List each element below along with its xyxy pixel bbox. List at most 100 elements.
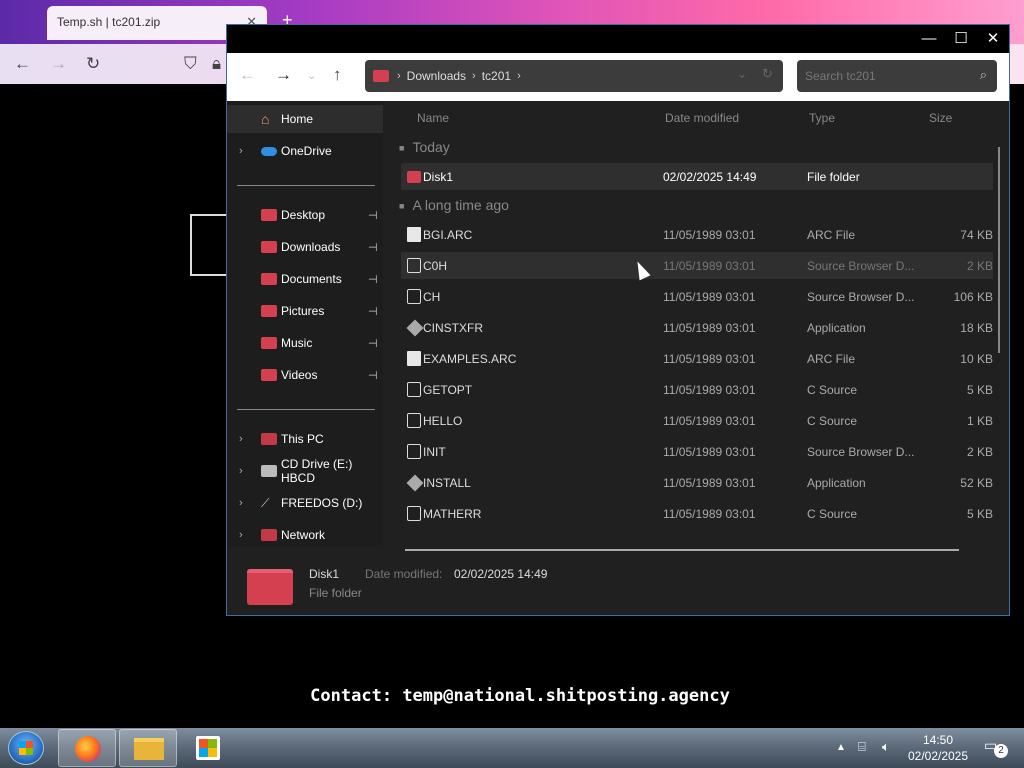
table-row[interactable]: GETOPT 11/05/1989 03:01 C Source 5 KB bbox=[401, 376, 993, 403]
application-icon bbox=[406, 474, 424, 491]
document-icon bbox=[407, 351, 421, 366]
vertical-scrollbar[interactable] bbox=[998, 147, 1000, 353]
taskbar-file-explorer[interactable] bbox=[119, 729, 177, 767]
address-bar[interactable]: › Downloads › tc201 › ⌄ ↻ bbox=[365, 60, 783, 92]
windows-logo-icon bbox=[19, 741, 33, 755]
taskbar-firefox[interactable] bbox=[58, 729, 116, 767]
details-date-value: 02/02/2025 14:49 bbox=[454, 567, 548, 581]
sidebar-item-desktop[interactable]: Desktop ⊣ bbox=[227, 201, 383, 229]
source-file-icon bbox=[407, 444, 421, 459]
contact-email[interactable]: temp@national.shitposting.agency bbox=[402, 686, 730, 706]
sidebar-item-downloads[interactable]: Downloads ⊣ bbox=[227, 233, 383, 261]
refresh-icon[interactable]: ↻ bbox=[762, 66, 773, 82]
table-row[interactable]: C0H 11/05/1989 03:01 Source Browser D...… bbox=[401, 252, 993, 279]
column-header-type[interactable]: Type bbox=[809, 111, 835, 125]
file-date: 11/05/1989 03:01 bbox=[663, 413, 756, 428]
group-header-today[interactable]: ■ Today bbox=[399, 139, 450, 155]
chevron-right-icon[interactable]: › bbox=[472, 70, 476, 82]
column-header-date[interactable]: Date modified bbox=[665, 111, 739, 125]
documents-folder-icon bbox=[261, 273, 277, 285]
videos-folder-icon bbox=[261, 369, 277, 381]
chevron-right-icon[interactable]: › bbox=[239, 529, 243, 541]
table-row[interactable]: CINSTXFR 11/05/1989 03:01 Application 18… bbox=[401, 314, 993, 341]
up-icon[interactable]: ↑ bbox=[333, 65, 342, 85]
file-list: Name Date modified Type Size ■ Today Disk… bbox=[393, 101, 1005, 547]
breadcrumb-downloads[interactable]: Downloads bbox=[407, 69, 466, 83]
sidebar-item-label: Pictures bbox=[281, 304, 325, 318]
store-icon bbox=[196, 736, 220, 760]
back-icon[interactable]: ← bbox=[239, 65, 256, 85]
collapse-icon[interactable]: ■ bbox=[399, 143, 404, 153]
usb-drive-icon: ⟋ bbox=[261, 496, 270, 510]
sidebar-item-network[interactable]: › Network bbox=[227, 521, 383, 549]
file-type: Source Browser D... bbox=[807, 444, 915, 459]
title-bar[interactable]: — ☐ ✕ bbox=[227, 25, 1009, 53]
shield-icon[interactable]: ⛉ bbox=[184, 54, 197, 74]
search-input[interactable]: Search tc201 ⌕ bbox=[797, 60, 997, 92]
column-header-size[interactable]: Size bbox=[929, 111, 952, 125]
chevron-right-icon[interactable]: › bbox=[397, 70, 401, 82]
table-row[interactable]: Disk1 02/02/2025 14:49 File folder bbox=[401, 163, 993, 190]
action-center-button[interactable]: ▭ 2 bbox=[984, 737, 1008, 758]
table-row[interactable]: EXAMPLES.ARC 11/05/1989 03:01 ARC File 1… bbox=[401, 345, 993, 372]
group-header-long-ago[interactable]: ■ A long time ago bbox=[399, 197, 509, 213]
search-icon[interactable]: ⌕ bbox=[980, 67, 987, 83]
downloads-folder-icon bbox=[261, 241, 277, 253]
network-icon bbox=[261, 529, 277, 541]
pin-icon: ⊣ bbox=[368, 241, 378, 254]
sidebar-item-pictures[interactable]: Pictures ⊣ bbox=[227, 297, 383, 325]
forward-icon[interactable]: → bbox=[275, 65, 292, 85]
document-icon bbox=[407, 227, 421, 242]
file-type: C Source bbox=[807, 506, 858, 521]
file-type: ARC File bbox=[807, 227, 856, 242]
sidebar-item-music[interactable]: Music ⊣ bbox=[227, 329, 383, 357]
sidebar-item-onedrive[interactable]: › OneDrive bbox=[227, 137, 383, 165]
start-button[interactable] bbox=[8, 731, 44, 765]
forward-arrow-icon[interactable]: → bbox=[50, 54, 67, 74]
table-row[interactable]: BGI.ARC 11/05/1989 03:01 ARC File 74 KB bbox=[401, 221, 993, 248]
table-row[interactable]: MATHERR 11/05/1989 03:01 C Source 5 KB bbox=[401, 500, 993, 527]
breadcrumb-tc201[interactable]: tc201 bbox=[482, 69, 511, 83]
collapse-icon[interactable]: ■ bbox=[399, 201, 404, 211]
horizontal-scrollbar[interactable] bbox=[405, 549, 959, 551]
pin-icon: ⊣ bbox=[368, 305, 378, 318]
table-row[interactable]: INIT 11/05/1989 03:01 Source Browser D..… bbox=[401, 438, 993, 465]
column-header-name[interactable]: Name bbox=[417, 111, 449, 125]
contact-label: Contact: bbox=[310, 686, 393, 706]
sidebar-item-freedos[interactable]: › ⟋ FREEDOS (D:) bbox=[227, 489, 383, 517]
file-type: Source Browser D... bbox=[807, 258, 915, 273]
computer-icon bbox=[261, 433, 277, 445]
table-row[interactable]: CH 11/05/1989 03:01 Source Browser D... … bbox=[401, 283, 993, 310]
close-window-icon[interactable]: ✕ bbox=[977, 25, 1009, 53]
network-status-icon[interactable]: ⌸ bbox=[858, 739, 866, 755]
chevron-right-icon[interactable]: › bbox=[239, 433, 243, 445]
chevron-right-icon[interactable]: › bbox=[239, 465, 243, 477]
table-row[interactable]: INSTALL 11/05/1989 03:01 Application 52 … bbox=[401, 469, 993, 496]
sidebar-item-home[interactable]: ⌂ Home bbox=[227, 105, 383, 133]
application-icon bbox=[406, 319, 424, 336]
contact-line: Contact: temp@national.shitposting.agenc… bbox=[0, 686, 1024, 706]
chevron-down-icon[interactable]: ⌄ bbox=[737, 67, 747, 81]
lock-icon[interactable]: 🔒︎ bbox=[212, 54, 221, 74]
recent-locations-icon[interactable]: ⌄ bbox=[307, 69, 316, 82]
show-hidden-icons-icon[interactable]: ▲ bbox=[836, 742, 846, 753]
home-icon: ⌂ bbox=[261, 111, 270, 127]
file-name: Disk1 bbox=[423, 169, 454, 184]
sidebar-item-this-pc[interactable]: › This PC bbox=[227, 425, 383, 453]
taskbar-store[interactable] bbox=[180, 729, 238, 767]
chevron-right-icon[interactable]: › bbox=[517, 70, 521, 82]
sidebar-item-videos[interactable]: Videos ⊣ bbox=[227, 361, 383, 389]
pin-icon: ⊣ bbox=[368, 369, 378, 382]
volume-muted-icon[interactable]: 🔈︎ bbox=[882, 739, 890, 755]
back-arrow-icon[interactable]: ← bbox=[14, 54, 31, 74]
sidebar-item-documents[interactable]: Documents ⊣ bbox=[227, 265, 383, 293]
file-size: 2 KB bbox=[966, 444, 993, 459]
system-clock[interactable]: 14:50 02/02/2025 bbox=[904, 732, 972, 764]
chevron-right-icon[interactable]: › bbox=[239, 497, 243, 509]
table-row[interactable]: HELLO 11/05/1989 03:01 C Source 1 KB bbox=[401, 407, 993, 434]
sidebar-item-cd-drive[interactable]: › CD Drive (E:) HBCD bbox=[227, 457, 383, 485]
minimize-icon[interactable]: — bbox=[913, 25, 945, 53]
reload-icon[interactable]: ↻ bbox=[86, 54, 100, 74]
maximize-icon[interactable]: ☐ bbox=[945, 25, 977, 53]
chevron-right-icon[interactable]: › bbox=[239, 145, 243, 157]
